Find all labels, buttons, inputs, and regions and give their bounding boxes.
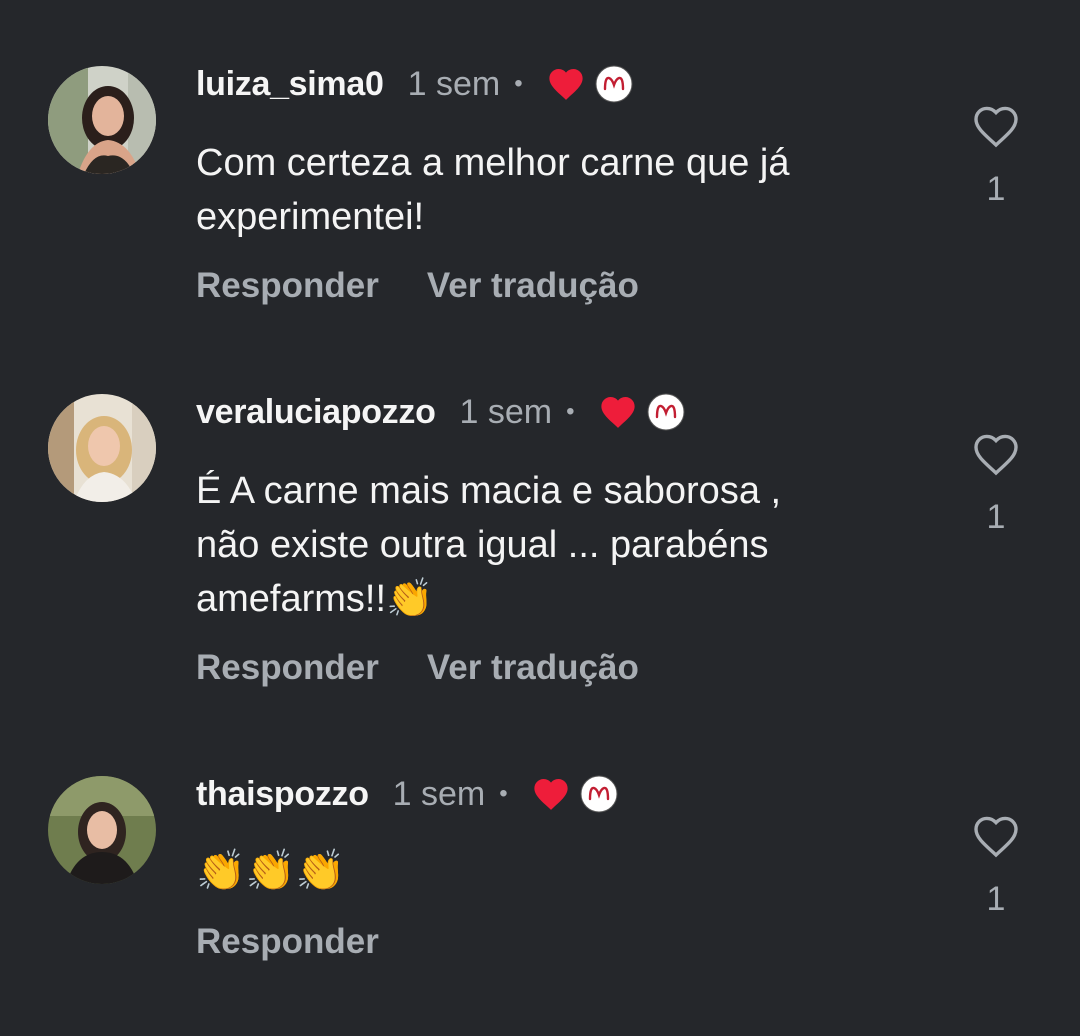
author-avatar-icon xyxy=(580,775,618,813)
comment-list: luiza_sima0 1 sem • Com certeza a melhor… xyxy=(0,0,1080,1036)
comment-actions: Responder Ver tradução xyxy=(196,648,639,688)
comment-actions: Responder xyxy=(196,922,379,962)
comment-text-line: experimentei! xyxy=(196,196,425,238)
username[interactable]: luiza_sima0 xyxy=(196,65,384,104)
like-heart-outline-icon[interactable] xyxy=(972,814,1020,858)
comment-text-line: Com certeza a melhor carne que já xyxy=(196,142,790,184)
comment-text: É A carne mais macia e saborosa , não ex… xyxy=(196,464,936,626)
see-translation-button[interactable]: Ver tradução xyxy=(427,648,639,688)
creator-heart-icon xyxy=(534,778,568,810)
comment-text: 👏👏👏 xyxy=(196,844,936,898)
like-control: 1 xyxy=(966,432,1026,537)
comment-header: veraluciapozzo 1 sem • xyxy=(196,392,685,432)
see-translation-button[interactable]: Ver tradução xyxy=(427,266,639,306)
reply-button[interactable]: Responder xyxy=(196,922,379,962)
comment-text-line: não existe outra igual ... parabéns xyxy=(196,524,769,566)
like-count: 1 xyxy=(986,498,1006,536)
comment-text-line: 👏👏👏 xyxy=(196,849,346,893)
separator: • xyxy=(499,780,508,807)
like-control: 1 xyxy=(966,104,1026,209)
separator: • xyxy=(514,70,523,97)
comment-header: thaispozzo 1 sem • xyxy=(196,774,618,814)
timestamp: 1 sem xyxy=(392,774,486,813)
like-count: 1 xyxy=(986,880,1006,918)
comment-text-line: É A carne mais macia e saborosa , xyxy=(196,470,782,512)
timestamp: 1 sem xyxy=(459,392,553,431)
comment-actions: Responder Ver tradução xyxy=(196,266,639,306)
timestamp: 1 sem xyxy=(407,64,501,103)
username[interactable]: thaispozzo xyxy=(196,775,369,814)
avatar[interactable] xyxy=(48,394,156,502)
avatar[interactable] xyxy=(48,776,156,884)
creator-heart-icon xyxy=(548,68,583,100)
like-control: 1 xyxy=(966,814,1026,919)
comment-text-line: amefarms!!👏 xyxy=(196,578,434,620)
author-avatar-icon xyxy=(647,393,685,431)
comment-text: Com certeza a melhor carne que já experi… xyxy=(196,136,936,244)
separator: • xyxy=(566,398,575,425)
like-count: 1 xyxy=(986,170,1006,208)
avatar[interactable] xyxy=(48,66,156,174)
creator-heart-icon xyxy=(600,396,635,428)
reply-button[interactable]: Responder xyxy=(196,266,379,306)
author-avatar-icon xyxy=(595,65,633,103)
comment-header: luiza_sima0 1 sem • xyxy=(196,64,633,104)
like-heart-outline-icon[interactable] xyxy=(972,432,1020,476)
reply-button[interactable]: Responder xyxy=(196,648,379,688)
like-heart-outline-icon[interactable] xyxy=(972,104,1020,148)
username[interactable]: veraluciapozzo xyxy=(196,393,436,432)
